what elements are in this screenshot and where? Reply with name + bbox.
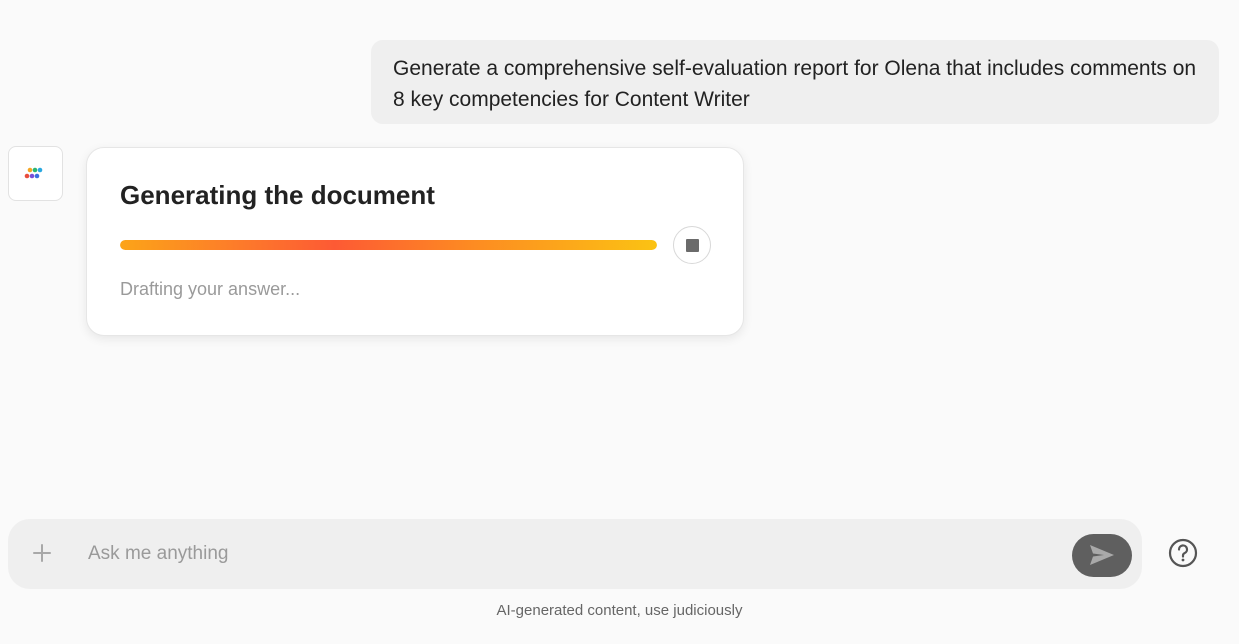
user-message-bubble: Generate a comprehensive self-evaluation… [371, 40, 1219, 124]
generation-progress-bar [120, 240, 657, 250]
chat-input[interactable] [88, 537, 1048, 571]
help-icon [1168, 538, 1198, 568]
add-attachment-button[interactable] [28, 539, 56, 567]
user-message-text: Generate a comprehensive self-evaluation… [393, 57, 1197, 111]
stop-icon [686, 239, 699, 252]
generation-status-text: Drafting your answer... [120, 279, 301, 299]
stop-generation-button[interactable] [673, 226, 711, 264]
plus-icon [33, 544, 51, 562]
send-button[interactable] [1072, 534, 1132, 577]
help-button[interactable] [1168, 538, 1198, 568]
assistant-avatar [8, 146, 63, 201]
generation-card: Generating the document Drafting your an… [86, 147, 744, 336]
generation-progress-fill [120, 240, 657, 250]
send-icon [1090, 545, 1114, 565]
generation-title: Generating the document [120, 180, 435, 210]
chat-input-bar [8, 519, 1142, 589]
app-logo-icon [24, 167, 43, 179]
ai-disclaimer: AI-generated content, use judiciously [496, 602, 743, 619]
